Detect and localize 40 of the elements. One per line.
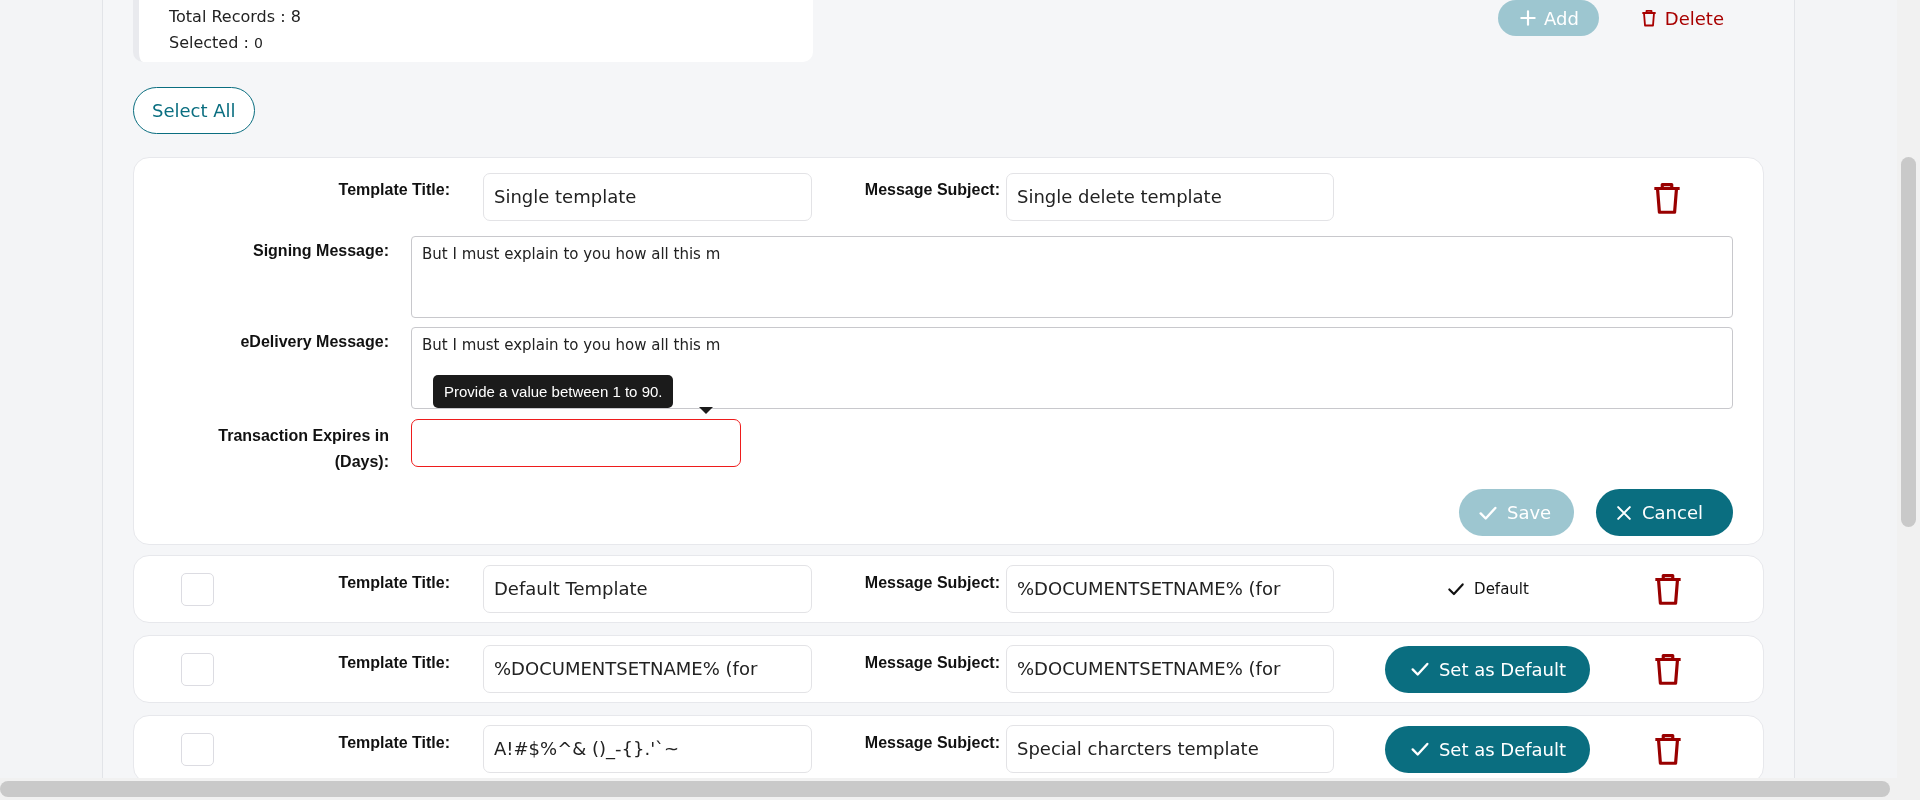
checkbox[interactable] xyxy=(181,652,214,686)
record-count: Total Records : 8 xyxy=(169,6,302,28)
delete-button[interactable]: Delete xyxy=(1638,0,1724,36)
selected-count: 0 xyxy=(253,35,263,51)
title-field[interactable]: %DOCUMENTSETNAME% (for xyxy=(483,645,812,693)
title-field[interactable]: A!#$%^& ()_-{}.'`~ xyxy=(483,725,812,773)
tooltip-arrow xyxy=(699,407,713,414)
cancel-button[interactable]: Cancel xyxy=(1596,489,1733,536)
field-label: eDelivery Message: xyxy=(239,332,389,351)
subject-field[interactable]: %DOCUMENTSETNAME% (for xyxy=(1006,645,1334,693)
title-field[interactable]: Default Template xyxy=(483,565,812,613)
days-field[interactable] xyxy=(411,419,741,467)
field-label: Message Subject: xyxy=(863,653,1000,672)
field-label: Transaction Expires in (Days): xyxy=(217,426,389,472)
field-label: Template Title: xyxy=(337,733,450,752)
tooltip: Provide a value between 1 to 90. xyxy=(433,375,674,408)
scrollbar-thumb[interactable] xyxy=(1901,157,1916,527)
set-default-button[interactable]: Set as Default xyxy=(1385,725,1590,773)
selected-label: Selected : xyxy=(169,33,249,52)
field-label: Message Subject: xyxy=(863,180,1000,199)
plus-icon xyxy=(1518,8,1538,28)
set-default-button[interactable]: Set as Default xyxy=(1385,645,1590,693)
field-label: Template Title: xyxy=(337,180,450,199)
message-field[interactable]: But I must explain to you how all this m xyxy=(411,236,1733,318)
checkbox[interactable] xyxy=(181,732,214,766)
default-label: Default xyxy=(1474,580,1529,598)
field-label: Template Title: xyxy=(337,653,450,672)
checkbox[interactable] xyxy=(181,572,214,606)
vertical-scrollbar[interactable] xyxy=(1897,0,1920,778)
field-label: Template Title: xyxy=(337,573,450,592)
field-label: Message Subject: xyxy=(863,573,1000,592)
subject-field[interactable]: Single delete template xyxy=(1006,173,1334,221)
horizontal-scrollbar[interactable] xyxy=(0,778,1920,800)
field-label: Message Subject: xyxy=(863,733,1000,752)
subject-field[interactable]: Special charcters template xyxy=(1006,725,1334,773)
subject-field[interactable]: %DOCUMENTSETNAME% (for xyxy=(1006,565,1334,613)
title-field[interactable]: Single template xyxy=(483,173,812,221)
scrollbar-thumb[interactable] xyxy=(0,781,1890,797)
select-all-button[interactable]: Select All xyxy=(133,87,255,134)
field-label: Signing Message: xyxy=(251,241,389,260)
